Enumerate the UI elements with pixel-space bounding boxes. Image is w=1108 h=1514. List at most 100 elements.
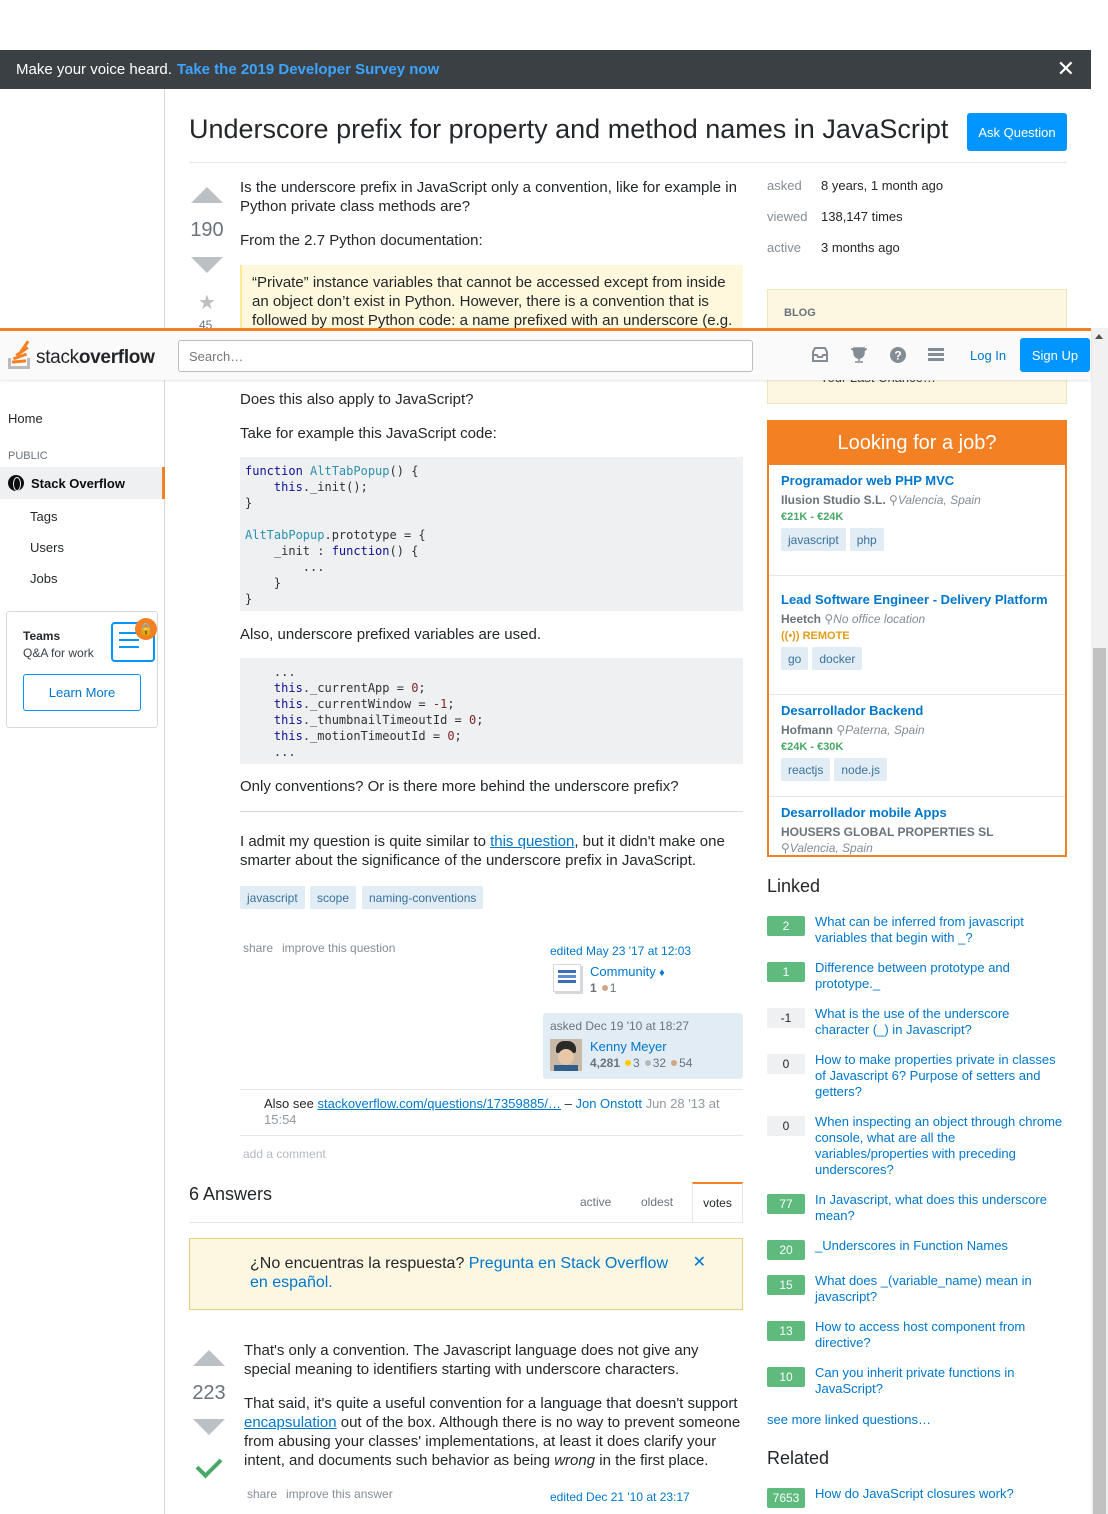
asked-timestamp: asked Dec 19 '10 at 18:27 — [550, 1019, 690, 1033]
job-tag[interactable]: node.js — [834, 758, 888, 781]
moderator-diamond-icon: ♦ — [659, 967, 665, 979]
job-salary: €24K - €30K — [781, 741, 844, 753]
editor-reputation: 1 — [590, 981, 597, 995]
answer-paragraph: That's only a convention. The Javascript… — [244, 1342, 699, 1378]
inbox-icon[interactable] — [810, 345, 830, 365]
related-title[interactable]: How do JavaScript closures work? — [815, 1486, 1065, 1502]
linked-count: 2 — [767, 916, 805, 936]
linked-title[interactable]: In Javascript, what does this underscore… — [815, 1192, 1065, 1224]
linked-title[interactable]: What can be inferred from javascript var… — [815, 914, 1065, 946]
teams-subtitle: Q&A for work — [23, 646, 94, 660]
job-listing[interactable]: Desarrollador Backend Hofmann ⚲Paterna, … — [769, 695, 1065, 797]
comments-divider — [240, 1135, 743, 1136]
close-icon[interactable]: ✕ — [1057, 58, 1075, 80]
nav-tags[interactable]: Tags — [30, 509, 57, 524]
answer-paragraph: That said, it's quite a useful conventio… — [244, 1395, 741, 1469]
job-listing[interactable]: Lead Software Engineer - Delivery Platfo… — [769, 576, 1065, 695]
scrollbar[interactable] — [1091, 328, 1108, 1514]
search-input[interactable] — [178, 340, 753, 372]
nav-users[interactable]: Users — [30, 540, 64, 555]
add-comment-link[interactable]: add a comment — [243, 1147, 326, 1161]
linked-title[interactable]: Can you inherit private functions in Jav… — [815, 1365, 1065, 1397]
tab-active[interactable]: active — [580, 1195, 611, 1236]
share-question-link[interactable]: share — [243, 941, 273, 955]
scroll-up-icon[interactable] — [1095, 334, 1103, 339]
related-count: 7653 — [767, 1488, 805, 1508]
job-company: Heetch — [781, 612, 822, 626]
answer-edited-timestamp[interactable]: edited Dec 21 '10 at 23:17 — [550, 1490, 690, 1504]
linked-count: 0 — [767, 1054, 805, 1074]
logo-icon — [8, 340, 30, 369]
job-tag[interactable]: reactjs — [781, 758, 831, 781]
tag-naming-conventions[interactable]: naming-conventions — [362, 886, 484, 909]
active-label: active — [767, 240, 801, 255]
location-pin-icon: ⚲ — [781, 841, 790, 855]
upvote-icon[interactable] — [193, 1350, 225, 1366]
body-divider — [240, 811, 743, 812]
help-icon[interactable]: ? — [888, 345, 908, 365]
tab-votes[interactable]: votes — [692, 1182, 743, 1223]
question-paragraph: Only conventions? Or is there more behin… — [240, 778, 679, 795]
job-title[interactable]: Desarrollador mobile Apps — [781, 805, 1065, 821]
question-title[interactable]: Underscore prefix for property and metho… — [189, 114, 948, 145]
question-paragraph: Is the underscore prefix in JavaScript o… — [240, 179, 737, 215]
question-paragraph: Take for example this JavaScript code: — [240, 425, 497, 442]
community-avatar[interactable] — [553, 964, 581, 992]
job-company: Ilusion Studio S.L. — [781, 493, 886, 507]
tag-scope[interactable]: scope — [310, 886, 357, 909]
job-title[interactable]: Lead Software Engineer - Delivery Platfo… — [781, 592, 1065, 608]
job-tag[interactable]: php — [849, 528, 884, 551]
linked-title[interactable]: _Underscores in Function Names — [815, 1238, 1065, 1254]
site-switcher-icon[interactable] — [926, 345, 946, 365]
encapsulation-link[interactable]: encapsulation — [244, 1414, 337, 1431]
learn-more-button[interactable]: Learn More — [23, 674, 141, 711]
job-remote: REMOTE — [802, 630, 850, 642]
question-paragraph: I admit my question is quite similar to … — [240, 833, 725, 869]
tab-oldest[interactable]: oldest — [641, 1195, 673, 1236]
job-tag[interactable]: javascript — [781, 528, 846, 551]
nav-jobs[interactable]: Jobs — [30, 571, 57, 586]
location-pin-icon: ⚲ — [836, 723, 846, 737]
question-paragraph: Does this also apply to JavaScript? — [240, 391, 474, 408]
linked-title[interactable]: How to access host component from direct… — [815, 1319, 1065, 1351]
close-icon[interactable]: ✕ — [693, 1253, 706, 1272]
job-tag[interactable]: go — [781, 647, 809, 670]
job-tag[interactable]: docker — [812, 647, 863, 670]
tag-javascript[interactable]: javascript — [240, 886, 305, 909]
achievements-icon[interactable] — [849, 345, 869, 365]
editor-name[interactable]: Community — [590, 964, 656, 979]
survey-link[interactable]: Take the 2019 Developer Survey now — [177, 61, 439, 78]
job-title[interactable]: Programador web PHP MVC — [781, 473, 1065, 489]
asker-name[interactable]: Kenny Meyer — [590, 1039, 667, 1054]
nav-home[interactable]: Home — [8, 411, 43, 426]
nav-stack-overflow[interactable]: Stack Overflow — [0, 467, 165, 499]
log-in-link[interactable]: Log In — [970, 348, 1006, 363]
favorite-star-icon[interactable]: ★ — [198, 290, 216, 315]
stackoverflow-logo[interactable]: stackoverflow — [8, 340, 155, 369]
downvote-icon[interactable] — [193, 1419, 225, 1435]
comment-link[interactable]: stackoverflow.com/questions/17359885/… — [317, 1096, 561, 1111]
more-linked-link[interactable]: see more linked questions… — [767, 1412, 931, 1427]
job-title[interactable]: Desarrollador Backend — [781, 703, 1065, 719]
linked-title[interactable]: What is the use of the underscore charac… — [815, 1006, 1065, 1038]
similar-question-link[interactable]: this question — [490, 833, 574, 850]
upvote-icon[interactable] — [191, 187, 223, 203]
linked-title[interactable]: Difference between prototype and prototy… — [815, 960, 1065, 992]
scrollbar-thumb[interactable] — [1093, 648, 1106, 1514]
sign-up-button[interactable]: Sign Up — [1020, 338, 1090, 372]
comment-user[interactable]: Jon Onstott — [575, 1096, 641, 1111]
job-location: Valencia, Spain — [897, 493, 981, 507]
ask-question-button[interactable]: Ask Question — [967, 113, 1067, 151]
linked-title[interactable]: How to make properties private in classe… — [815, 1052, 1065, 1100]
job-listing[interactable]: Programador web PHP MVC Ilusion Studio S… — [769, 473, 1065, 576]
edited-timestamp[interactable]: edited May 23 '17 at 12:03 — [550, 944, 691, 958]
linked-title[interactable]: When inspecting an object through chrome… — [815, 1114, 1065, 1178]
improve-question-link[interactable]: improve this question — [282, 941, 395, 955]
top-bar: stackoverflow ? Log In Sign Up — [0, 328, 1091, 380]
improve-answer-link[interactable]: improve this answer — [286, 1487, 393, 1501]
share-answer-link[interactable]: share — [247, 1487, 277, 1501]
asker-avatar[interactable] — [550, 1039, 582, 1071]
downvote-icon[interactable] — [191, 257, 223, 273]
linked-title[interactable]: What does _(variable_name) mean in javas… — [815, 1273, 1065, 1305]
job-listing[interactable]: Desarrollador mobile Apps HOUSERS GLOBAL… — [769, 797, 1065, 855]
